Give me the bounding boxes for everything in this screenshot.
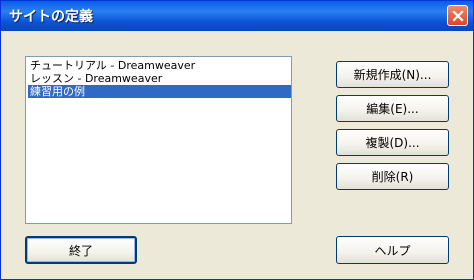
new-site-button[interactable]: 新規作成(N)... <box>336 61 449 88</box>
edit-site-button[interactable]: 編集(E)... <box>336 95 449 122</box>
site-definition-dialog: サイトの定義 チュートリアル - Dreamweaver レッスン - Drea… <box>0 0 474 280</box>
dialog-title: サイトの定義 <box>9 9 93 25</box>
duplicate-site-button[interactable]: 複製(D)... <box>336 129 449 156</box>
site-list[interactable]: チュートリアル - Dreamweaver レッスン - Dreamweaver… <box>25 56 292 224</box>
delete-site-button[interactable]: 削除(R) <box>336 163 449 190</box>
title-bar[interactable]: サイトの定義 <box>1 1 473 31</box>
site-list-item[interactable]: レッスン - Dreamweaver <box>28 72 291 85</box>
site-list-item-selected[interactable]: 練習用の例 <box>28 85 291 98</box>
done-button[interactable]: 終了 <box>25 236 137 264</box>
close-window-button[interactable] <box>447 5 468 26</box>
site-list-item[interactable]: チュートリアル - Dreamweaver <box>28 59 291 72</box>
close-icon <box>451 9 464 22</box>
help-button[interactable]: ヘルプ <box>336 236 449 264</box>
